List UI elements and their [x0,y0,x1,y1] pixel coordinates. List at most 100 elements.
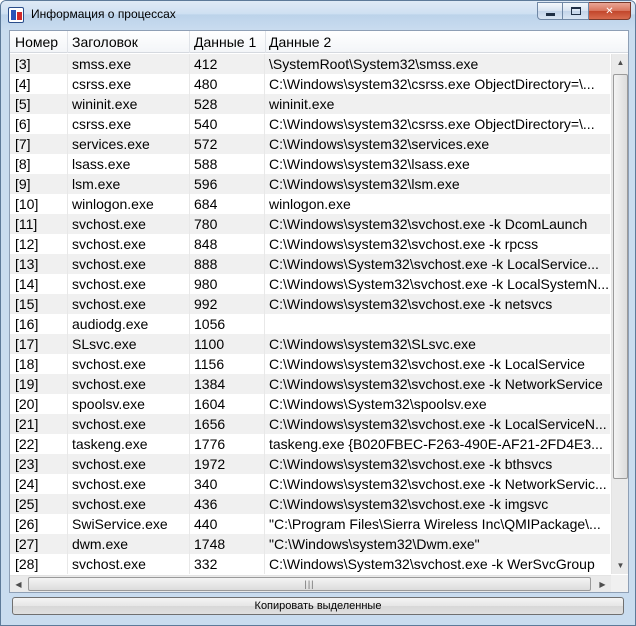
scroll-up-arrow-icon[interactable]: ▲ [612,54,628,71]
cell-data2: winlogon.exe [269,196,351,212]
cell-title: spoolsv.exe [72,396,145,412]
table-row[interactable]: [21] svchost.exe 1656 C:\Windows\system32\s… [10,414,610,434]
column-separator [67,554,68,574]
column-separator [67,314,68,334]
cell-number: [4] [15,76,31,92]
table-row[interactable]: [17] SLsvc.exe 1100 C:\Windows\system32\SLs… [10,334,610,354]
table-row[interactable]: [27] dwm.exe 1748 "C:\Windows\system32\Dwm.… [10,534,610,554]
vertical-scrollbar[interactable]: ▲ ▼ [611,54,628,574]
column-separator [189,354,190,374]
maximize-icon [570,7,581,15]
cell-data1: 528 [194,96,218,112]
horizontal-scroll-thumb[interactable]: ||| [28,577,591,591]
scroll-left-arrow-icon[interactable]: ◀ [10,576,27,592]
column-separator [264,334,265,354]
cell-title: svchost.exe [72,496,146,512]
table-row[interactable]: [6] csrss.exe 540 C:\Windows\system32\csrss… [10,114,610,134]
column-separator [189,114,190,134]
cell-data1: 1972 [194,456,226,472]
table-row[interactable]: [22] taskeng.exe 1776 taskeng.exe {B020FBEC… [10,434,610,454]
cell-title: svchost.exe [72,376,146,392]
cell-data2: C:\Windows\system32\svchost.exe -k imgsv… [269,496,549,512]
column-separator [264,534,265,554]
column-separator [189,194,190,214]
maximize-button[interactable] [563,2,589,20]
table-row[interactable]: [4] csrss.exe 480 C:\Windows\system32\csrss… [10,74,610,94]
cell-number: [20] [15,396,39,412]
cell-data1: 340 [194,476,218,492]
column-header-number[interactable]: Номер [10,31,68,53]
column-separator [189,434,190,454]
close-button[interactable]: ✕ [589,2,631,20]
cell-data2: C:\Windows\system32\csrss.exe ObjectDire… [269,116,595,132]
table-row[interactable]: [19] svchost.exe 1384 C:\Windows\system32\s… [10,374,610,394]
cell-data1: 1056 [194,316,226,332]
cell-data2: wininit.exe [269,96,335,112]
cell-title: csrss.exe [72,116,132,132]
cell-data1: 1384 [194,376,226,392]
column-header-data1[interactable]: Данные 1 [189,31,266,53]
scroll-right-arrow-icon[interactable]: ▶ [594,576,611,592]
column-separator [264,394,265,414]
cell-number: [22] [15,436,39,452]
horizontal-scrollbar[interactable]: ◀ ||| ▶ [10,575,611,592]
table-row[interactable]: [12] svchost.exe 848 C:\Windows\system32\sv… [10,234,610,254]
column-separator [264,234,265,254]
table-row[interactable]: [24] svchost.exe 340 C:\Windows\system32\sv… [10,474,610,494]
column-separator [264,554,265,574]
cell-data1: 980 [194,276,218,292]
table-row[interactable]: [13] svchost.exe 888 C:\Windows\System32\sv… [10,254,610,274]
minimize-button[interactable] [537,2,563,20]
app-icon [8,7,24,23]
table-row[interactable]: [3] smss.exe 412 \SystemRoot\System32\smss.… [10,54,610,74]
column-separator [67,514,68,534]
table-row[interactable]: [20] spoolsv.exe 1604 C:\Windows\System32\s… [10,394,610,414]
copy-selected-button[interactable]: Копировать выделенные [12,597,624,615]
cell-data1: 848 [194,236,218,252]
column-header-data2[interactable]: Данные 2 [264,31,628,53]
table-row[interactable]: [8] lsass.exe 588 C:\Windows\system32\lsass… [10,154,610,174]
cell-number: [27] [15,536,39,552]
table-row[interactable]: [16] audiodg.exe 1056 [10,314,610,334]
column-separator [67,394,68,414]
column-separator [67,94,68,114]
table-row[interactable]: [11] svchost.exe 780 C:\Windows\system32\sv… [10,214,610,234]
cell-data2: C:\Windows\system32\svchost.exe -k netsv… [269,296,553,312]
process-list[interactable]: Номер Заголовок Данные 1 Данные 2 [3] sms… [9,30,629,593]
table-row[interactable]: [5] wininit.exe 528 wininit.exe [10,94,610,114]
cell-number: [19] [15,376,39,392]
cell-title: csrss.exe [72,76,132,92]
cell-data1: 1748 [194,536,226,552]
column-separator [189,214,190,234]
column-separator [189,514,190,534]
cell-number: [10] [15,196,39,212]
cell-data2: C:\Windows\System32\svchost.exe -k WerSv… [269,556,595,572]
table-row[interactable]: [25] svchost.exe 436 C:\Windows\system32\sv… [10,494,610,514]
table-row[interactable]: [14] svchost.exe 980 C:\Windows\System32\sv… [10,274,610,294]
table-row[interactable]: [7] services.exe 572 C:\Windows\system32\se… [10,134,610,154]
column-separator [67,174,68,194]
cell-data2: C:\Windows\system32\lsass.exe [269,156,470,172]
table-row[interactable]: [15] svchost.exe 992 C:\Windows\system32\sv… [10,294,610,314]
column-separator [264,94,265,114]
title-bar[interactable]: Информация о процессах ✕ [1,1,635,29]
column-separator [67,414,68,434]
table-row[interactable]: [9] lsm.exe 596 C:\Windows\system32\lsm.exe [10,174,610,194]
table-row[interactable]: [26] SwiService.exe 440 "C:\Program Files\S… [10,514,610,534]
column-header-title[interactable]: Заголовок [67,31,190,53]
table-row[interactable]: [28] svchost.exe 332 C:\Windows\System32\sv… [10,554,610,574]
cell-data1: 1656 [194,416,226,432]
cell-data1: 1156 [194,356,225,372]
cell-number: [12] [15,236,39,252]
minimize-icon [545,12,555,16]
vertical-scroll-thumb[interactable] [613,74,628,479]
table-row[interactable]: [18] svchost.exe 1156 C:\Windows\system32\s… [10,354,610,374]
scroll-down-arrow-icon[interactable]: ▼ [612,557,628,574]
column-separator [67,234,68,254]
column-separator [189,174,190,194]
column-separator [264,254,265,274]
cell-data2: C:\Windows\system32\SLsvc.exe [269,336,476,352]
table-row[interactable]: [23] svchost.exe 1972 C:\Windows\system32\s… [10,454,610,474]
cell-data2: C:\Windows\system32\svchost.exe -k Local… [269,416,607,432]
table-row[interactable]: [10] winlogon.exe 684 winlogon.exe [10,194,610,214]
